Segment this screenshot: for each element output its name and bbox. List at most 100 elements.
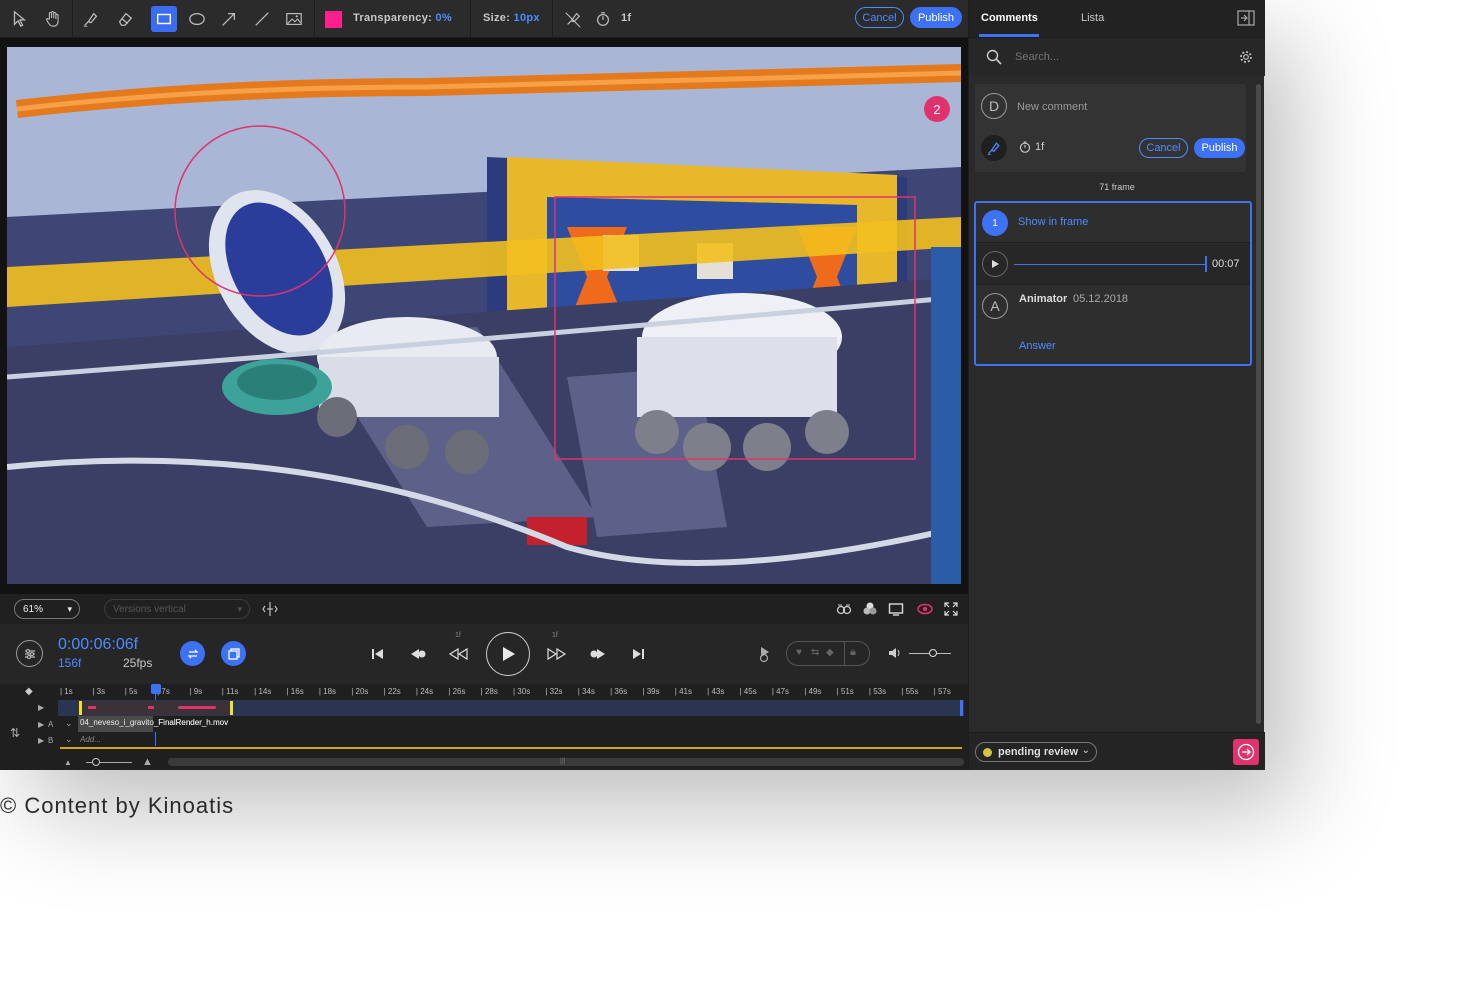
track-b-expand-icon[interactable]: ▶ <box>38 736 44 745</box>
lock-icon: 🔒︎ <box>850 646 856 658</box>
draw-tool-icon[interactable] <box>981 135 1007 161</box>
video-frame[interactable] <box>7 47 961 584</box>
toolbar-cancel-button[interactable]: Cancel <box>855 7 904 28</box>
brush-icon[interactable] <box>78 6 104 32</box>
fullscreen-icon[interactable] <box>943 601 959 617</box>
review-app: Transparency: 0% Size: 10px 1f Cancel Pu… <box>0 0 1265 770</box>
avatar: D <box>981 93 1007 119</box>
new-comment-input[interactable]: New comment <box>1017 101 1087 113</box>
collapse-panel-icon[interactable] <box>1237 10 1255 26</box>
color-swatch[interactable] <box>320 6 346 32</box>
timeline-tick: | 53s <box>868 687 887 696</box>
eraser-icon[interactable] <box>112 6 138 32</box>
chevron-down-icon[interactable]: ⌄ <box>65 718 73 729</box>
eye-icon[interactable] <box>917 601 933 617</box>
video-viewer[interactable]: 2 <box>0 38 968 594</box>
ellipse-icon[interactable] <box>184 6 210 32</box>
copy-frames-icon[interactable] <box>221 641 246 666</box>
content-credit: © Content by Kinoatis <box>0 793 235 818</box>
comments-panel: Comments Lista D New comment 1f Cancel P… <box>968 0 1265 770</box>
annotation-count-badge[interactable]: 2 <box>924 96 950 122</box>
show-in-frame-link[interactable]: Show in frame <box>1018 216 1088 228</box>
comment-cancel-button[interactable]: Cancel <box>1139 138 1188 158</box>
step-back-icon[interactable] <box>447 644 471 664</box>
timeline-tick: | 24s <box>415 687 434 696</box>
panel-scrollbar[interactable] <box>1256 84 1261 724</box>
timeline-zoom-handle[interactable] <box>92 758 100 766</box>
skip-start-icon[interactable] <box>368 644 388 664</box>
comment-audio-player: 00:07 <box>976 243 1250 285</box>
toolbar-publish-button[interactable]: Publish <box>910 7 962 28</box>
annotation-filter-toggle[interactable]: ♥ ⇆ ◆ 🔒︎ <box>786 641 870 666</box>
step-forward-label: 1f <box>552 632 558 639</box>
tab-comments[interactable]: Comments <box>981 12 1038 24</box>
timeline-tick: | 36s <box>610 687 628 696</box>
pointer-icon[interactable] <box>6 6 32 32</box>
skip-end-icon[interactable] <box>628 644 648 664</box>
split-view-icon[interactable] <box>262 601 278 617</box>
size-control[interactable]: Size: 10px <box>483 12 540 24</box>
timeline-tick: | 51s <box>836 687 854 696</box>
expand-icon[interactable]: ▶ <box>38 703 44 712</box>
audio-progress-handle[interactable] <box>1205 256 1207 272</box>
comment-card[interactable]: 1 Show in frame 00:07 A Animator 05.12.2… <box>974 201 1252 366</box>
timeline-tick: | 14s <box>254 687 272 696</box>
brush-off-icon[interactable] <box>560 6 586 32</box>
add-track-button[interactable]: Add... <box>80 735 101 744</box>
out-point-marker[interactable] <box>960 700 963 716</box>
timeline-scrollbar[interactable]: ||| <box>168 758 964 766</box>
transparency-label: Transparency: <box>353 12 433 24</box>
compare-icon[interactable] <box>836 601 852 617</box>
next-comment-icon[interactable] <box>588 644 608 664</box>
step-forward-icon[interactable] <box>544 644 568 664</box>
zoom-value: 61% <box>23 603 44 615</box>
track-a-expand-icon[interactable]: ▶ <box>38 720 44 729</box>
playhead-handle[interactable] <box>151 684 161 694</box>
keyframe-icon[interactable]: ◆ <box>25 686 33 697</box>
audio-progress-bar[interactable] <box>1014 264 1206 265</box>
timeline-ruler[interactable]: | 1s | 3s | 5s | 7s | 9s | 11s | 14s | 16s | 18s… <box>58 684 964 700</box>
comment-publish-button[interactable]: Publish <box>1194 138 1245 158</box>
exit-review-button[interactable] <box>1233 739 1259 765</box>
monitor-icon[interactable] <box>888 601 904 617</box>
timecode: 0:00:06:06f <box>58 636 139 653</box>
volume-slider-handle[interactable] <box>929 649 937 657</box>
channels-icon[interactable] <box>862 601 878 617</box>
shuffle-icon: ⇆ <box>811 647 820 658</box>
gear-icon[interactable] <box>1239 50 1253 64</box>
volume-icon[interactable] <box>887 645 903 661</box>
line-icon[interactable] <box>249 6 275 32</box>
arrow-icon[interactable] <box>216 6 242 32</box>
status-select[interactable]: pending review ⌄ <box>975 742 1097 762</box>
transparency-control[interactable]: Transparency: 0% <box>353 12 452 24</box>
previous-comment-icon[interactable] <box>408 644 428 664</box>
comment-date: 05.12.2018 <box>1073 293 1129 305</box>
timeline-tick: | 30s <box>513 687 531 696</box>
image-icon[interactable] <box>281 6 307 32</box>
zoom-out-mountain-icon[interactable]: ▲ <box>64 758 72 767</box>
track-a-label: A <box>48 720 54 729</box>
avatar: A <box>982 293 1008 319</box>
exit-icon <box>1237 743 1255 761</box>
tab-list[interactable]: Lista <box>1081 12 1104 24</box>
answer-link[interactable]: Answer <box>1019 340 1056 352</box>
versions-select[interactable]: Versions vertical ▾ <box>104 599 250 619</box>
play-settings-icon[interactable] <box>755 644 775 664</box>
hand-icon[interactable] <box>40 6 66 32</box>
step-back-label: 1f <box>455 632 461 639</box>
adjust-icon[interactable] <box>16 640 43 667</box>
timeline-tick: | 49s <box>804 687 822 696</box>
annotation-track[interactable] <box>58 700 964 716</box>
rectangle-icon[interactable] <box>151 6 177 32</box>
zoom-select[interactable]: 61% ▾ <box>14 599 80 619</box>
search-icon <box>986 49 1002 65</box>
active-tab-indicator <box>979 34 1039 37</box>
zoom-in-mountain-icon[interactable]: ▲ <box>142 756 153 768</box>
swap-tracks-icon[interactable]: ⇅ <box>10 726 20 740</box>
search-input[interactable] <box>1015 48 1215 66</box>
chevron-down-icon[interactable]: ⌄ <box>65 734 73 745</box>
play-button[interactable] <box>486 632 530 676</box>
viewer-settings-bar: 61% ▾ Versions vertical ▾ <box>0 594 968 624</box>
loop-icon[interactable] <box>180 641 205 666</box>
audio-play-icon[interactable] <box>982 251 1008 277</box>
